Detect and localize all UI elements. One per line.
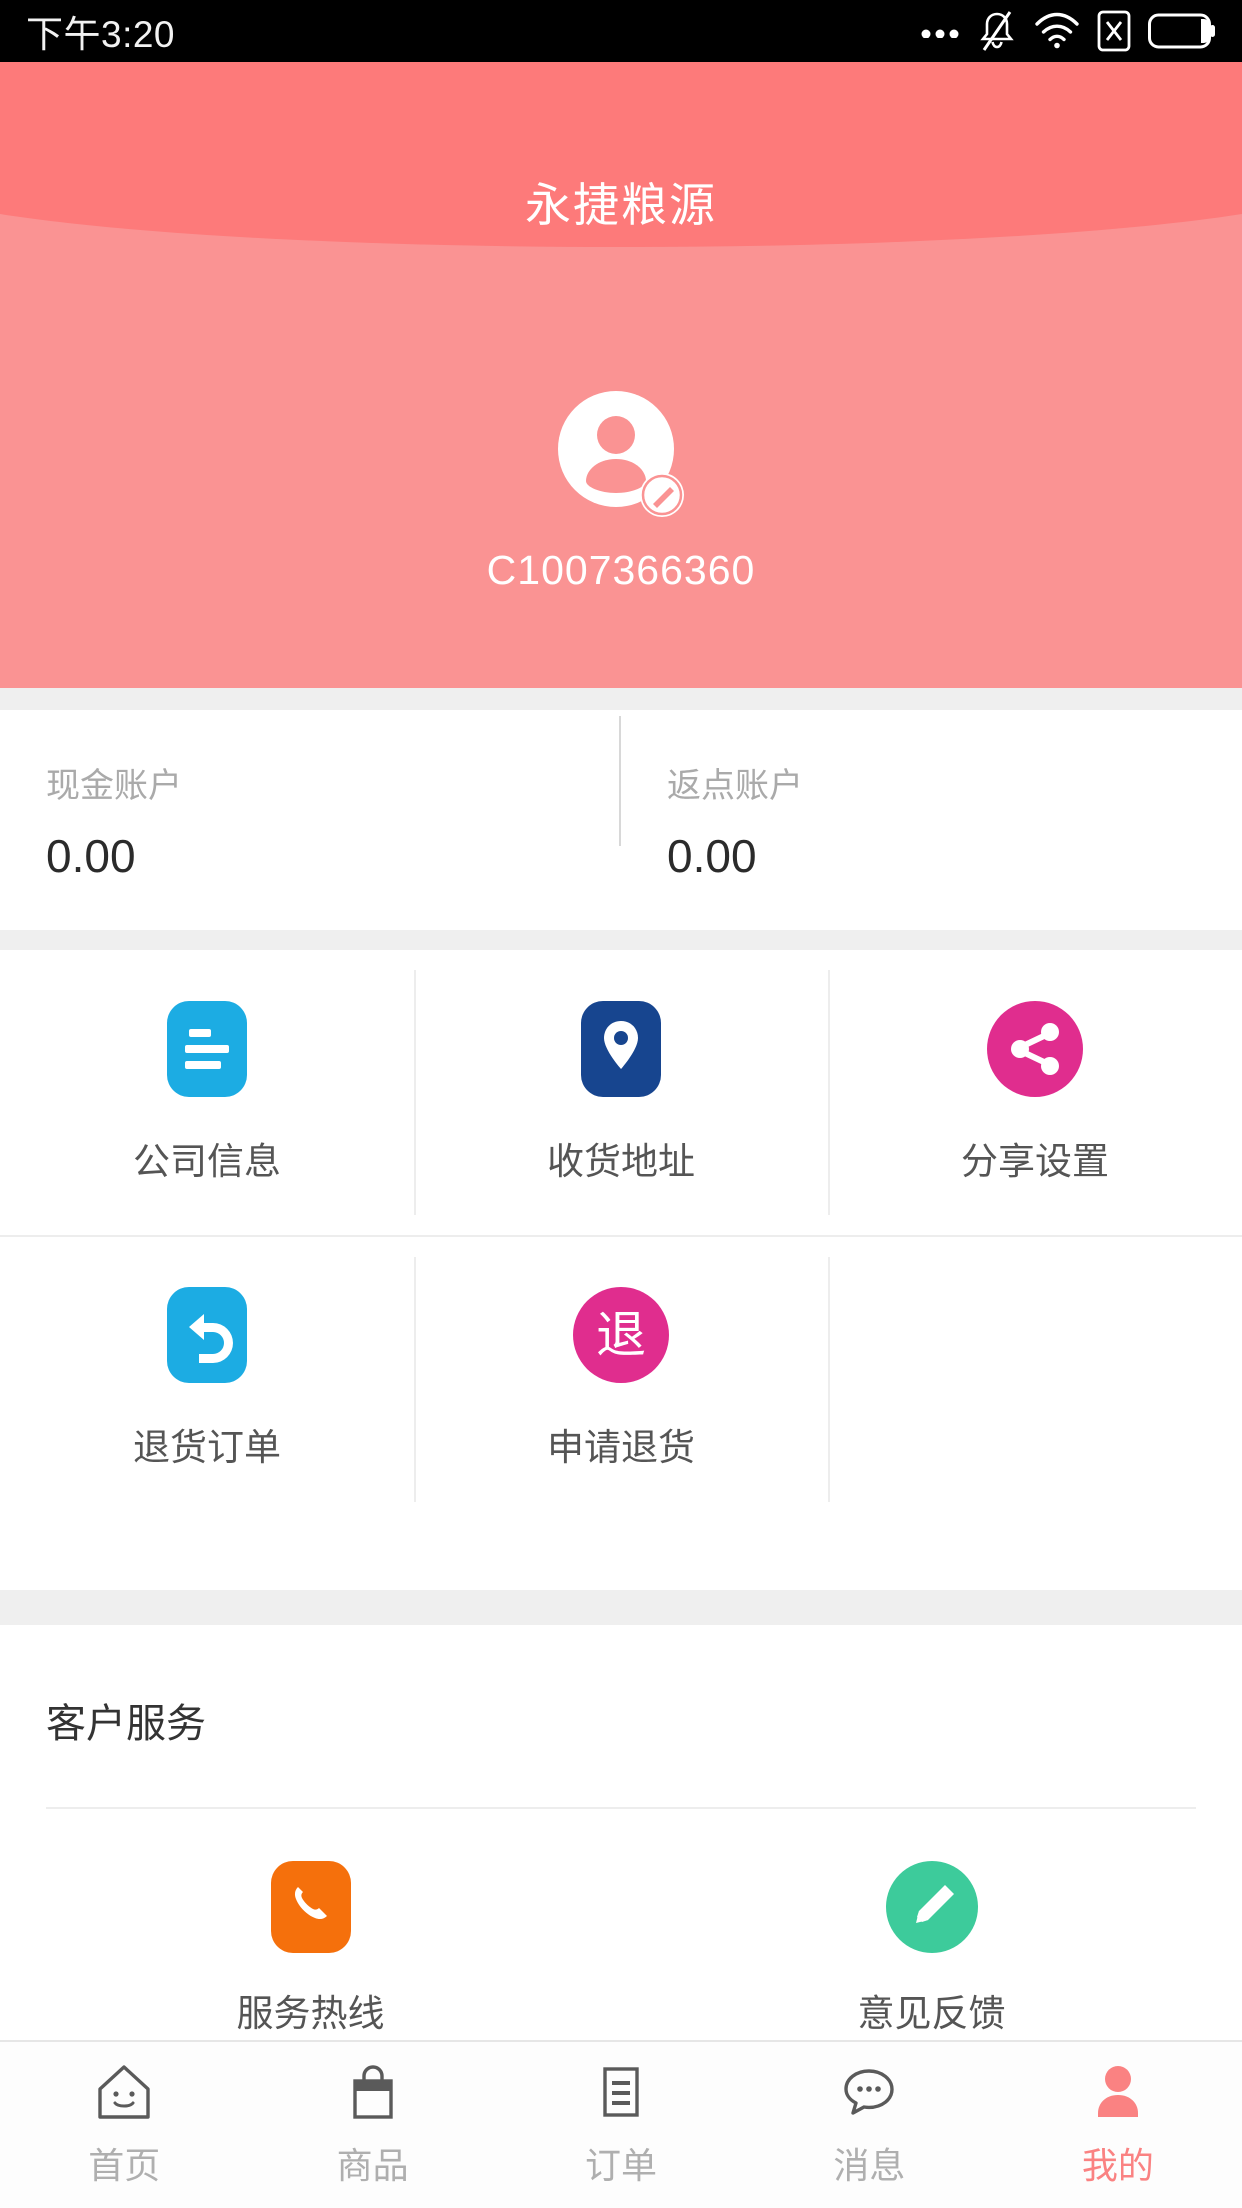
grid-item-label: 收货地址 bbox=[547, 1140, 695, 1182]
chat-bubble-icon bbox=[844, 2069, 895, 2115]
grid-item-label: 公司信息 bbox=[133, 1140, 281, 1182]
tab-label: 消息 bbox=[833, 2145, 906, 2186]
order-list-icon bbox=[603, 2067, 639, 2117]
grid-item-return-orders[interactable]: 退货订单 bbox=[0, 1237, 414, 1520]
tab-label: 订单 bbox=[585, 2145, 658, 2186]
grid-item-apply-refund[interactable]: 退 申请退货 bbox=[414, 1237, 828, 1520]
bottom-navigation: 首页 商品 订单 消息 我的 bbox=[0, 2040, 1242, 2208]
location-pin-icon bbox=[581, 1000, 661, 1097]
more-dots-icon bbox=[921, 29, 959, 38]
username: C1007366360 bbox=[486, 547, 756, 593]
grid-item-label: 退货订单 bbox=[133, 1426, 281, 1468]
company-info-icon bbox=[167, 1000, 247, 1097]
feature-grid: 公司信息 收货地址 分享设置 退货订单 退 申请退货 bbox=[0, 950, 1242, 1590]
grid-item-shipping-address[interactable]: 收货地址 bbox=[414, 950, 828, 1235]
section-title: 客户服务 bbox=[46, 1702, 206, 1746]
page-title: 永捷粮源 bbox=[525, 179, 717, 231]
account-rebate[interactable]: 返点账户 0.00 bbox=[619, 715, 1242, 883]
wifi-icon bbox=[1035, 12, 1079, 49]
grid-item-label: 分享设置 bbox=[961, 1140, 1109, 1182]
tab-orders[interactable]: 订单 bbox=[497, 2042, 745, 2208]
app-screen: 下午3:20 永捷粮源 C1007366360 现金账户 0.00 返点账户 0… bbox=[0, 0, 1242, 2208]
service-item-feedback[interactable]: 意见反馈 bbox=[621, 1861, 1242, 2037]
feature-grid-row: 公司信息 收货地址 分享设置 bbox=[0, 950, 1242, 1235]
account-label: 现金账户 bbox=[46, 766, 182, 805]
refund-char-icon: 退 bbox=[573, 1286, 669, 1383]
account-value: 0.00 bbox=[667, 829, 757, 882]
service-item-hotline[interactable]: 服务热线 bbox=[0, 1861, 621, 2037]
feature-grid-row: 退货订单 退 申请退货 bbox=[0, 1235, 1242, 1520]
tab-messages[interactable]: 消息 bbox=[745, 2042, 993, 2208]
home-smile-icon bbox=[98, 2065, 150, 2119]
status-icon-group bbox=[920, 9, 1216, 53]
account-label: 返点账户 bbox=[667, 766, 803, 805]
service-item-label: 意见反馈 bbox=[857, 1993, 1006, 2034]
shopping-bag-icon bbox=[352, 2065, 393, 2119]
grid-item-empty bbox=[828, 1237, 1242, 1520]
tab-mine[interactable]: 我的 bbox=[994, 2042, 1242, 2208]
account-value: 0.00 bbox=[46, 829, 136, 882]
profile-header: 永捷粮源 C1007366360 bbox=[0, 62, 1242, 688]
account-summary: 现金账户 0.00 返点账户 0.00 bbox=[0, 710, 1242, 930]
return-arrow-icon bbox=[167, 1286, 247, 1383]
grid-item-company-info[interactable]: 公司信息 bbox=[0, 950, 414, 1235]
avatar-container[interactable] bbox=[0, 387, 1242, 521]
tab-label: 商品 bbox=[336, 2145, 409, 2186]
status-bar: 下午3:20 bbox=[0, 0, 1242, 62]
tab-products[interactable]: 商品 bbox=[248, 2042, 496, 2208]
section-divider bbox=[46, 1807, 1196, 1809]
status-time: 下午3:20 bbox=[26, 14, 176, 55]
account-cash[interactable]: 现金账户 0.00 bbox=[0, 758, 621, 883]
phone-icon bbox=[270, 1861, 351, 1953]
tab-label: 我的 bbox=[1081, 2145, 1154, 2186]
pencil-icon bbox=[885, 1861, 978, 1953]
grid-item-label: 申请退货 bbox=[547, 1426, 695, 1468]
grid-item-share-settings[interactable]: 分享设置 bbox=[828, 950, 1242, 1235]
user-avatar-icon bbox=[558, 391, 684, 517]
tab-label: 首页 bbox=[88, 2145, 161, 2186]
share-nodes-icon bbox=[987, 1000, 1083, 1097]
person-icon bbox=[1097, 2066, 1138, 2117]
silent-bell-icon bbox=[980, 11, 1014, 51]
refund-glyph: 退 bbox=[596, 1306, 646, 1363]
sim-x-icon bbox=[1097, 10, 1131, 52]
service-item-label: 服务热线 bbox=[236, 1993, 385, 2034]
customer-service-row: 服务热线 意见反馈 bbox=[0, 1861, 1242, 2037]
customer-service-section: 客户服务 服务热线 意见反馈 bbox=[0, 1625, 1242, 2080]
battery-icon bbox=[1148, 13, 1215, 49]
avatar[interactable] bbox=[554, 387, 688, 521]
tab-home[interactable]: 首页 bbox=[0, 2042, 248, 2208]
